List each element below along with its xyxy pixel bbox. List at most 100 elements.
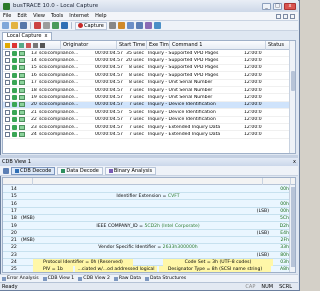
device-icon[interactable] bbox=[33, 42, 38, 48]
new-icon[interactable] bbox=[2, 22, 9, 29]
flag-icon[interactable] bbox=[26, 42, 31, 48]
menu-file[interactable]: File bbox=[0, 13, 14, 19]
col-command[interactable]: Command 1 bbox=[170, 41, 266, 50]
filter-icon[interactable] bbox=[52, 22, 59, 29]
table-row[interactable]: 15 scsicompliance... 00:00:04.572 8 usec Inq… bbox=[3, 65, 295, 73]
table-row[interactable]: 18 scsicompliance... 00:00:04.574 7 usec Inq… bbox=[3, 87, 295, 95]
maximize-button[interactable]: □ bbox=[273, 2, 282, 10]
col-originator[interactable]: Originator bbox=[61, 41, 117, 50]
designator-type-field: Designator Type = 8h (SCSI name string) bbox=[159, 266, 271, 272]
cell-originator: scsicompliance... bbox=[39, 102, 79, 108]
warning-icon[interactable] bbox=[5, 42, 10, 48]
cdb-scrollbar-thumb[interactable] bbox=[291, 187, 295, 267]
table-row[interactable]: 14 scsicompliance... 00:00:04.571 20 usec In… bbox=[3, 57, 295, 65]
row-checkbox[interactable] bbox=[5, 109, 10, 115]
mdi-restore-icon[interactable] bbox=[283, 13, 288, 19]
view-options-icon[interactable] bbox=[3, 167, 9, 174]
error-icon[interactable] bbox=[12, 42, 17, 48]
tab-data-decode-label: Data Decode bbox=[66, 167, 99, 174]
bus-icon[interactable] bbox=[126, 22, 134, 29]
row-checkbox[interactable] bbox=[5, 117, 10, 123]
open-folder-icon[interactable] bbox=[11, 22, 18, 29]
cdb-row[interactable]: 21 (MSB) 2Fh bbox=[3, 237, 291, 245]
record-icon bbox=[78, 23, 83, 28]
tab-close-icon[interactable]: x bbox=[44, 33, 47, 40]
table-row[interactable]: 17 scsicompliance... 00:00:04.573 8 usec Inq… bbox=[3, 80, 295, 87]
chart-icon[interactable] bbox=[144, 22, 152, 29]
grid-vertical-scrollbar[interactable] bbox=[289, 41, 295, 153]
row-checkbox[interactable] bbox=[5, 50, 10, 56]
capture-button[interactable]: Capture bbox=[75, 21, 107, 30]
row-checkbox[interactable] bbox=[5, 72, 10, 78]
tab-local-capture-label: Local Capture bbox=[7, 33, 42, 39]
cdb-row[interactable]: 14 00h bbox=[3, 186, 291, 194]
col-status[interactable]: Status bbox=[266, 41, 291, 50]
byte-number: 25 bbox=[11, 267, 17, 273]
cell-status: 12:00:0 bbox=[244, 109, 262, 115]
table-row[interactable]: 24 scsicompliance... 00:00:04.576 7 usec Inq… bbox=[3, 131, 295, 139]
tab-raw-data[interactable]: Raw Data bbox=[113, 276, 141, 281]
table-row[interactable]: 23 scsicompliance... 00:00:04.576 7 usec Inq… bbox=[3, 124, 295, 132]
view-icon[interactable] bbox=[135, 22, 143, 29]
mdi-minimize-icon[interactable] bbox=[276, 13, 281, 19]
stop-icon[interactable] bbox=[34, 22, 41, 29]
clear-icon[interactable] bbox=[43, 22, 50, 29]
cdb-row[interactable]: 17 (LSB) 00h bbox=[3, 208, 291, 216]
row-checkbox[interactable] bbox=[5, 58, 10, 64]
table-row[interactable]: 21 scsicompliance... 00:00:04.575 5 usec Inq… bbox=[3, 109, 295, 117]
cdb-row[interactable]: 15 Identifier Extension = CVFT bbox=[3, 193, 291, 201]
settings-icon[interactable] bbox=[117, 22, 125, 29]
hex-value: E4h bbox=[280, 230, 289, 236]
cdb-row[interactable]: 23 (LSB) 80h bbox=[3, 252, 291, 259]
tab-binary-analysis[interactable]: Binary Analysis bbox=[104, 166, 157, 175]
hex-value: 00h bbox=[280, 208, 289, 214]
find-icon[interactable] bbox=[61, 22, 68, 29]
save-icon[interactable] bbox=[20, 22, 27, 29]
close-button[interactable]: x bbox=[284, 2, 296, 10]
cdb-row[interactable]: 20 (LSB) E4h bbox=[3, 230, 291, 237]
menu-internet[interactable]: Internet bbox=[66, 13, 92, 19]
table-row[interactable]: 19 scsicompliance... 00:00:04.574 7 usec Inq… bbox=[3, 94, 295, 102]
menu-tools[interactable]: Tools bbox=[48, 13, 66, 19]
cdb-row[interactable]: 16 00h bbox=[3, 201, 291, 208]
cdb-row[interactable]: 18 (MSB) 5Ch bbox=[3, 215, 291, 223]
menu-help[interactable]: Help bbox=[92, 13, 109, 19]
col-exe-time[interactable]: Exe Time bbox=[147, 41, 170, 50]
cdb-row[interactable]: 22 Vendor Specific Identifier = 2633h3000… bbox=[3, 244, 291, 252]
menu-edit[interactable]: Edit bbox=[14, 13, 30, 19]
tab-data-decode[interactable]: Data Decode bbox=[57, 166, 103, 175]
scrollbar-thumb[interactable] bbox=[291, 71, 295, 91]
row-checkbox[interactable] bbox=[5, 65, 10, 71]
row-checkbox[interactable] bbox=[5, 131, 10, 137]
cdb-view-tabs: CDB Decode Data Decode Binary Analysis bbox=[0, 166, 298, 176]
dropdown-arrow-icon[interactable] bbox=[108, 22, 116, 29]
tab-data-structures[interactable]: Data Structures bbox=[144, 276, 186, 281]
table-row[interactable]: 22 scsicompliance... 00:00:04.575 7 usec Inq… bbox=[3, 117, 295, 124]
cdb-row[interactable]: 24 Protocol Identifier = 0h (Reserved) Cod… bbox=[3, 259, 291, 267]
table-row[interactable]: 13 scsicompliance... 00:00:04.570 35 usec In… bbox=[3, 50, 295, 58]
table-row[interactable]: 16 scsicompliance... 00:00:04.573 8 usec Inq… bbox=[3, 72, 295, 80]
cdb-row[interactable]: 25 PIV = 1b ...ciated w/...od addressed lo… bbox=[3, 266, 291, 273]
tab-cdb-view-1[interactable]: CDB View 1 bbox=[42, 276, 74, 281]
cdb-row[interactable]: 19 IEEE COMPANY_ID = 5CD2h (Intel Corpora… bbox=[3, 223, 291, 230]
row-checkbox[interactable] bbox=[5, 87, 10, 93]
tab-local-capture[interactable]: Local Capture x bbox=[2, 32, 53, 40]
row-checkbox[interactable] bbox=[5, 80, 10, 86]
minimize-button[interactable]: _ bbox=[262, 2, 271, 10]
table-row[interactable]: 20 scsicompliance... 00:00:04.575 7 usec Inq… bbox=[3, 101, 295, 110]
row-checkbox[interactable] bbox=[5, 124, 10, 130]
menu-view[interactable]: View bbox=[30, 13, 48, 19]
help-icon[interactable] bbox=[153, 22, 161, 29]
cdb-view-close-icon[interactable]: x bbox=[293, 159, 296, 165]
row-checkbox[interactable] bbox=[5, 95, 10, 101]
info-icon[interactable] bbox=[19, 42, 24, 48]
row-checkbox[interactable] bbox=[5, 102, 10, 108]
tab-error-analysis[interactable]: Error Analysis bbox=[2, 276, 39, 281]
col-start-time[interactable]: Start Time bbox=[117, 41, 147, 50]
tab-cdb-view-2[interactable]: CDB View 2 bbox=[78, 276, 110, 281]
tab-cdb-decode[interactable]: CDB Decode bbox=[11, 166, 56, 175]
mdi-close-icon[interactable] bbox=[290, 13, 295, 19]
bus-column-icon[interactable] bbox=[40, 42, 45, 48]
msb-marker: (MSB) bbox=[21, 238, 35, 244]
cdb-vertical-scrollbar[interactable] bbox=[289, 185, 295, 272]
